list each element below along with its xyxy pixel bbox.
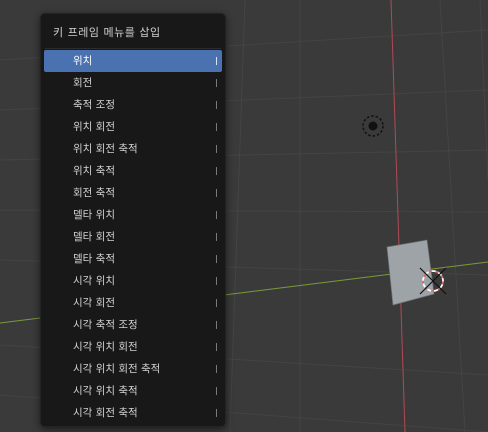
- menu-item[interactable]: 회전 축적: [44, 182, 222, 204]
- shortcut-indicator: [216, 189, 217, 197]
- shortcut-indicator: [216, 343, 217, 351]
- shortcut-indicator: [216, 167, 217, 175]
- menu-item-label: 위치: [73, 55, 93, 67]
- menu-item[interactable]: 시각 위치 회전: [44, 336, 222, 358]
- menu-item-label: 시각 회전: [73, 297, 115, 309]
- menu-item-label: 위치 회전: [73, 121, 115, 133]
- menu-item-label: 회전 축적: [73, 187, 115, 199]
- menu-title: 키 프레임 메뉴를 삽입: [53, 26, 161, 39]
- shortcut-indicator: [216, 57, 217, 65]
- menu-item[interactable]: 시각 위치: [44, 270, 222, 292]
- menu-item[interactable]: 위치 축적: [44, 160, 222, 182]
- menu-item[interactable]: 축적 조정: [44, 94, 222, 116]
- shortcut-indicator: [216, 101, 217, 109]
- shortcut-indicator: [216, 211, 217, 219]
- insert-keyframe-menu: 키 프레임 메뉴를 삽입 위치회전축적 조정위치 회전위치 회전 축적위치 축적…: [40, 13, 226, 427]
- shortcut-indicator: [216, 321, 217, 329]
- shortcut-indicator: [216, 299, 217, 307]
- menu-item-label: 시각 회전 축적: [73, 407, 138, 419]
- shortcut-indicator: [216, 387, 217, 395]
- menu-item[interactable]: 델타 회전: [44, 226, 222, 248]
- shortcut-indicator: [216, 277, 217, 285]
- menu-separator: [45, 48, 221, 49]
- menu-item[interactable]: 위치 회전: [44, 116, 222, 138]
- menu-item-label: 델타 위치: [73, 209, 115, 221]
- shortcut-indicator: [216, 233, 217, 241]
- origin-cursor-icon[interactable]: [419, 267, 447, 295]
- menu-item[interactable]: 시각 회전 축적: [44, 402, 222, 424]
- menu-item-label: 시각 위치 축적: [73, 385, 138, 397]
- menu-item[interactable]: 위치: [44, 50, 222, 72]
- menu-item[interactable]: 위치 회전 축적: [44, 138, 222, 160]
- shortcut-indicator: [216, 123, 217, 131]
- shortcut-indicator: [216, 409, 217, 417]
- menu-item[interactable]: 델타 축적: [44, 248, 222, 270]
- menu-item[interactable]: 시각 위치 축적: [44, 380, 222, 402]
- menu-items: 위치회전축적 조정위치 회전위치 회전 축적위치 축적회전 축적델타 위치델타 …: [44, 50, 222, 424]
- menu-item-label: 시각 위치 회전 축적: [73, 363, 161, 375]
- menu-item-label: 위치 축적: [73, 165, 115, 177]
- menu-item[interactable]: 회전: [44, 72, 222, 94]
- menu-item-label: 시각 위치 회전: [73, 341, 138, 353]
- menu-item-label: 시각 위치: [73, 275, 115, 287]
- menu-item-label: 회전: [73, 77, 93, 89]
- menu-item-label: 델타 회전: [73, 231, 115, 243]
- menu-item-label: 델타 축적: [73, 253, 115, 265]
- shortcut-indicator: [216, 255, 217, 263]
- menu-item[interactable]: 시각 회전: [44, 292, 222, 314]
- menu-item[interactable]: 시각 위치 회전 축적: [44, 358, 222, 380]
- menu-item-label: 시각 축적 조정: [73, 319, 138, 331]
- menu-item[interactable]: 시각 축적 조정: [44, 314, 222, 336]
- menu-item-label: 축적 조정: [73, 99, 115, 111]
- menu-item-label: 위치 회전 축적: [73, 143, 138, 155]
- shortcut-indicator: [216, 365, 217, 373]
- shortcut-indicator: [216, 145, 217, 153]
- menu-item[interactable]: 델타 위치: [44, 204, 222, 226]
- shortcut-indicator: [216, 79, 217, 87]
